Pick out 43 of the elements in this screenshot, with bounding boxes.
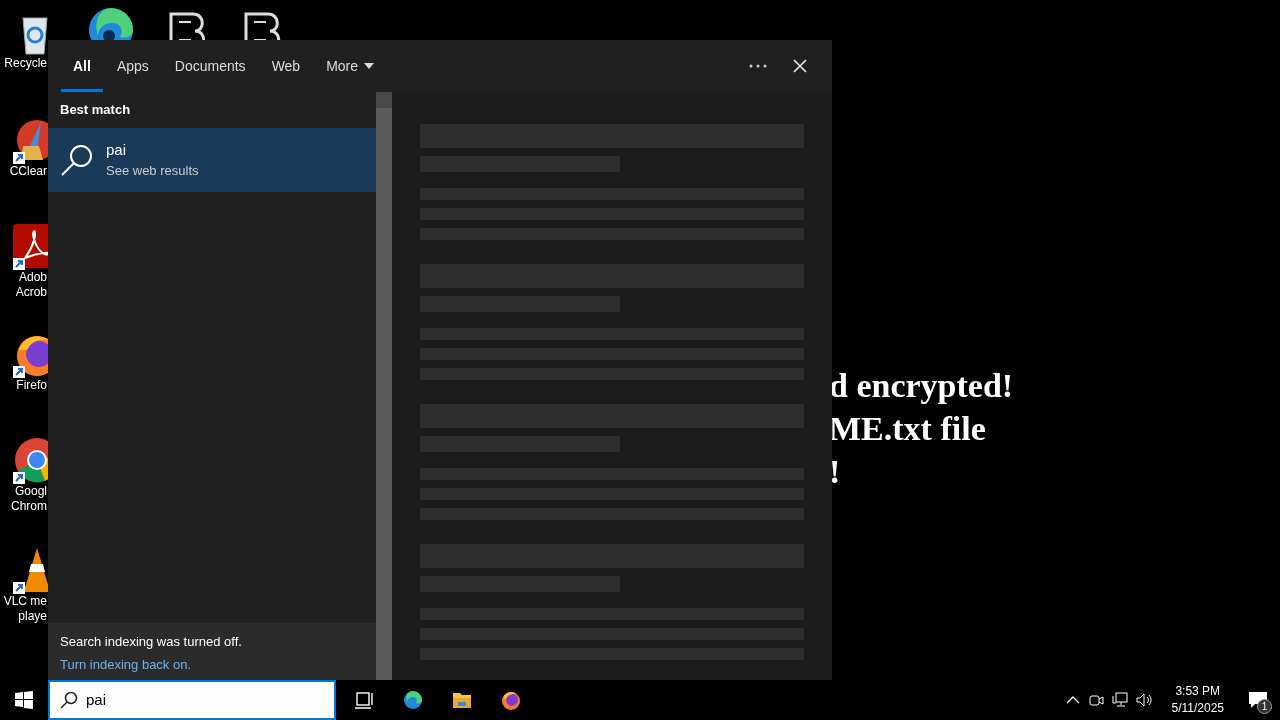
icon-label: CClear: [9, 164, 47, 179]
ellipsis-icon: [749, 64, 767, 68]
icon-label: VLC me: [3, 594, 47, 609]
notice-text: Search indexing was turned off.: [60, 633, 243, 651]
close-icon: [793, 59, 807, 73]
caret-icon: [364, 63, 375, 69]
wallpaper-text: ME.txt file: [829, 409, 987, 449]
folder-icon[interactable]: [452, 690, 472, 710]
task-view-icon[interactable]: [354, 690, 374, 710]
result-title: pai: [106, 139, 128, 160]
search-icon: [60, 142, 94, 177]
result-item[interactable]: pai See web results: [48, 127, 376, 192]
indexing-link[interactable]: Turn indexing back on.: [60, 656, 192, 672]
icon-label: Chrom: [11, 499, 47, 514]
edge-icon[interactable]: [403, 690, 423, 710]
icon-label: Firefo: [16, 378, 47, 393]
windows-logo-icon: [15, 691, 33, 709]
tab[interactable]: Web: [258, 40, 314, 92]
icon-label: Adob: [18, 270, 47, 285]
clock[interactable]: 3:53 PM 5/11/2025: [1161, 683, 1234, 717]
tab[interactable]: Documents: [161, 40, 259, 92]
search-icon: [60, 691, 78, 709]
icon-label: Googl: [14, 484, 47, 499]
tab[interactable]: All: [60, 40, 104, 92]
camera-icon[interactable]: [1087, 692, 1104, 708]
section-heading: Best match: [59, 101, 132, 119]
search-bar[interactable]: pai: [48, 680, 336, 720]
clock-date: 5/11/2025: [1171, 700, 1224, 717]
result-subtitle: See web results: [106, 162, 199, 180]
wallpaper-text: !: [829, 452, 842, 492]
clock-time: 3:53 PM: [1174, 683, 1222, 700]
notification-button[interactable]: 1: [1242, 684, 1274, 716]
network-icon[interactable]: [1111, 692, 1128, 708]
scrollbar[interactable]: [376, 92, 392, 680]
dropdown-tab[interactable]: More: [313, 40, 388, 92]
notification-count: 1: [1257, 699, 1272, 714]
icon-label: Acrob: [15, 285, 47, 300]
fox-globe-icon[interactable]: [501, 690, 521, 710]
speaker-icon[interactable]: [1135, 692, 1154, 708]
icon-label: playe: [18, 609, 47, 624]
chevron-up-icon[interactable]: [1065, 696, 1080, 704]
tab[interactable]: Apps: [103, 40, 162, 92]
icon-label: Recycle: [4, 56, 47, 71]
